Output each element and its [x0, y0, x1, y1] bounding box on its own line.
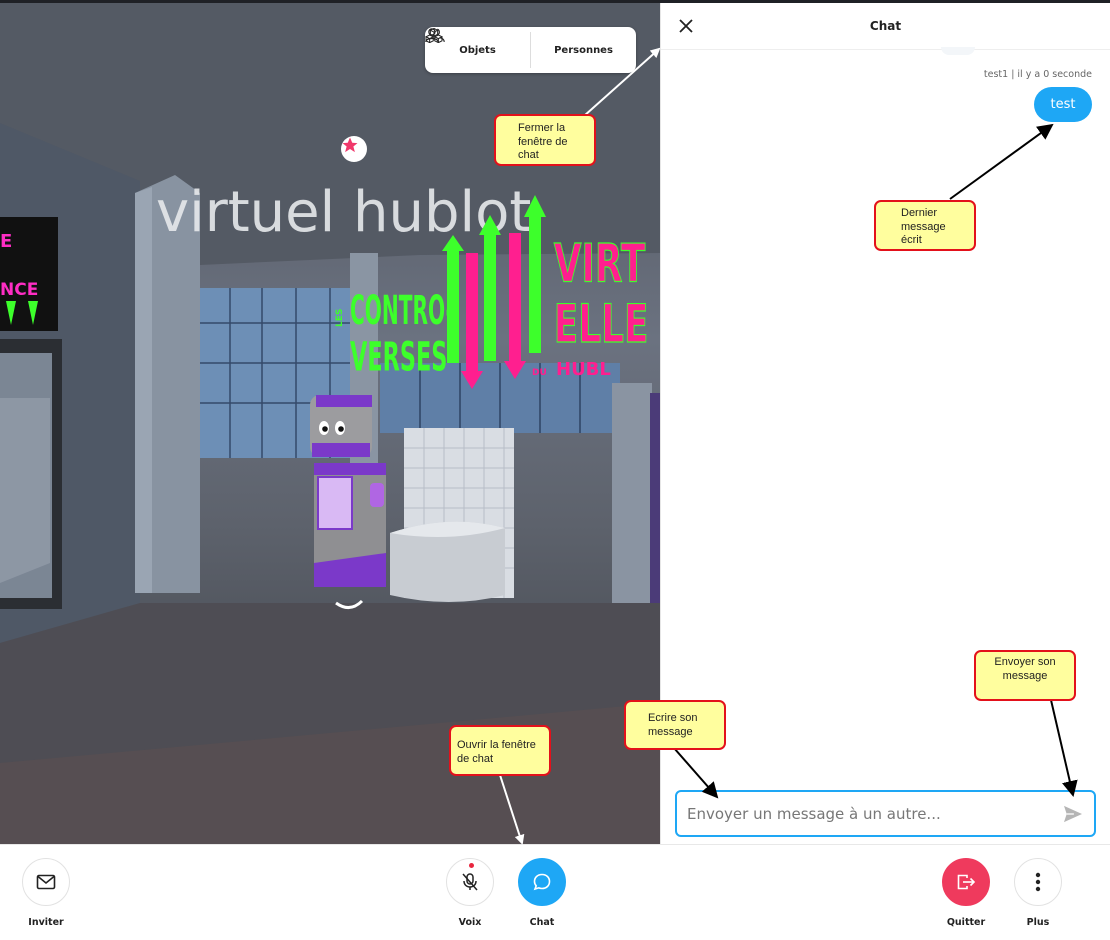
close-icon [679, 19, 693, 33]
svg-text:ELLE: ELLE [554, 293, 649, 355]
mic-status-dot [469, 863, 474, 868]
people-label: Personnes [554, 44, 613, 56]
objects-label: Objets [459, 44, 496, 56]
voice-label: Voix [458, 917, 482, 928]
quit-button[interactable]: Quitter [936, 858, 996, 928]
people-button[interactable]: Personnes [425, 27, 636, 73]
exit-icon [957, 874, 976, 890]
svg-text:VIRT: VIRT [554, 232, 646, 294]
message-input[interactable] [687, 804, 1062, 823]
scene-menu: Objets Personnes [425, 27, 636, 73]
chat-panel: Chat test1 | il y a 0 seconde test [660, 3, 1110, 844]
svg-text:LES: LES [335, 309, 345, 327]
mic-off-icon [462, 873, 478, 891]
note-send-message: Envoyer son message [974, 650, 1076, 701]
svg-text:NCE: NCE [0, 280, 38, 300]
chat-circle[interactable] [518, 858, 566, 906]
voice-button[interactable]: Voix [440, 858, 500, 928]
chat-button[interactable]: Chat [512, 858, 572, 928]
chat-header: Chat [661, 3, 1110, 50]
svg-text:CONTRO-: CONTRO- [350, 287, 454, 334]
invite-label: Inviter [28, 917, 64, 928]
chat-title: Chat [869, 19, 902, 33]
more-button[interactable]: Plus [1008, 858, 1068, 928]
message-composer [675, 790, 1096, 837]
close-chat-button[interactable] [675, 15, 697, 37]
svg-text:HUBL: HUBL [556, 359, 611, 380]
bottom-toolbar: Inviter Voix Chat Quitter Plus [0, 844, 1110, 940]
svg-text:VERSES: VERSES [350, 333, 447, 380]
mail-icon [36, 874, 56, 890]
send-button[interactable] [1062, 803, 1084, 825]
invite-circle[interactable] [22, 858, 70, 906]
previous-message-edge [941, 47, 975, 55]
svg-text:DU: DU [532, 368, 547, 378]
quit-circle[interactable] [942, 858, 990, 906]
chat-bubble-icon [533, 873, 551, 891]
vertical-dots-icon [1035, 872, 1041, 892]
invite-button[interactable]: Inviter [16, 858, 76, 928]
message-meta: test1 | il y a 0 seconde [983, 69, 1092, 80]
svg-text:virtuel hublot: virtuel hublot [156, 180, 531, 245]
note-close-chat: Fermer la fenêtre de chat [494, 114, 596, 166]
star-icon [342, 137, 358, 153]
app-root: E NCE virtuel hublot LES CONTRO- VERSES … [0, 0, 1110, 940]
chat-label: Chat [529, 917, 555, 928]
svg-text:E: E [0, 231, 12, 252]
more-circle[interactable] [1014, 858, 1062, 906]
note-write-message: Ecrire son message [624, 700, 726, 750]
voice-circle[interactable] [446, 858, 494, 906]
people-icon [425, 28, 445, 43]
send-icon [1064, 805, 1082, 822]
note-open-chat: Ouvrir la fenêtre de chat [449, 725, 551, 776]
quit-label: Quitter [946, 917, 986, 928]
note-last-message: Dernier message écrit [874, 200, 976, 251]
favorite-star-button[interactable] [341, 136, 367, 162]
more-label: Plus [1026, 917, 1050, 928]
message-bubble: test [1034, 87, 1092, 122]
